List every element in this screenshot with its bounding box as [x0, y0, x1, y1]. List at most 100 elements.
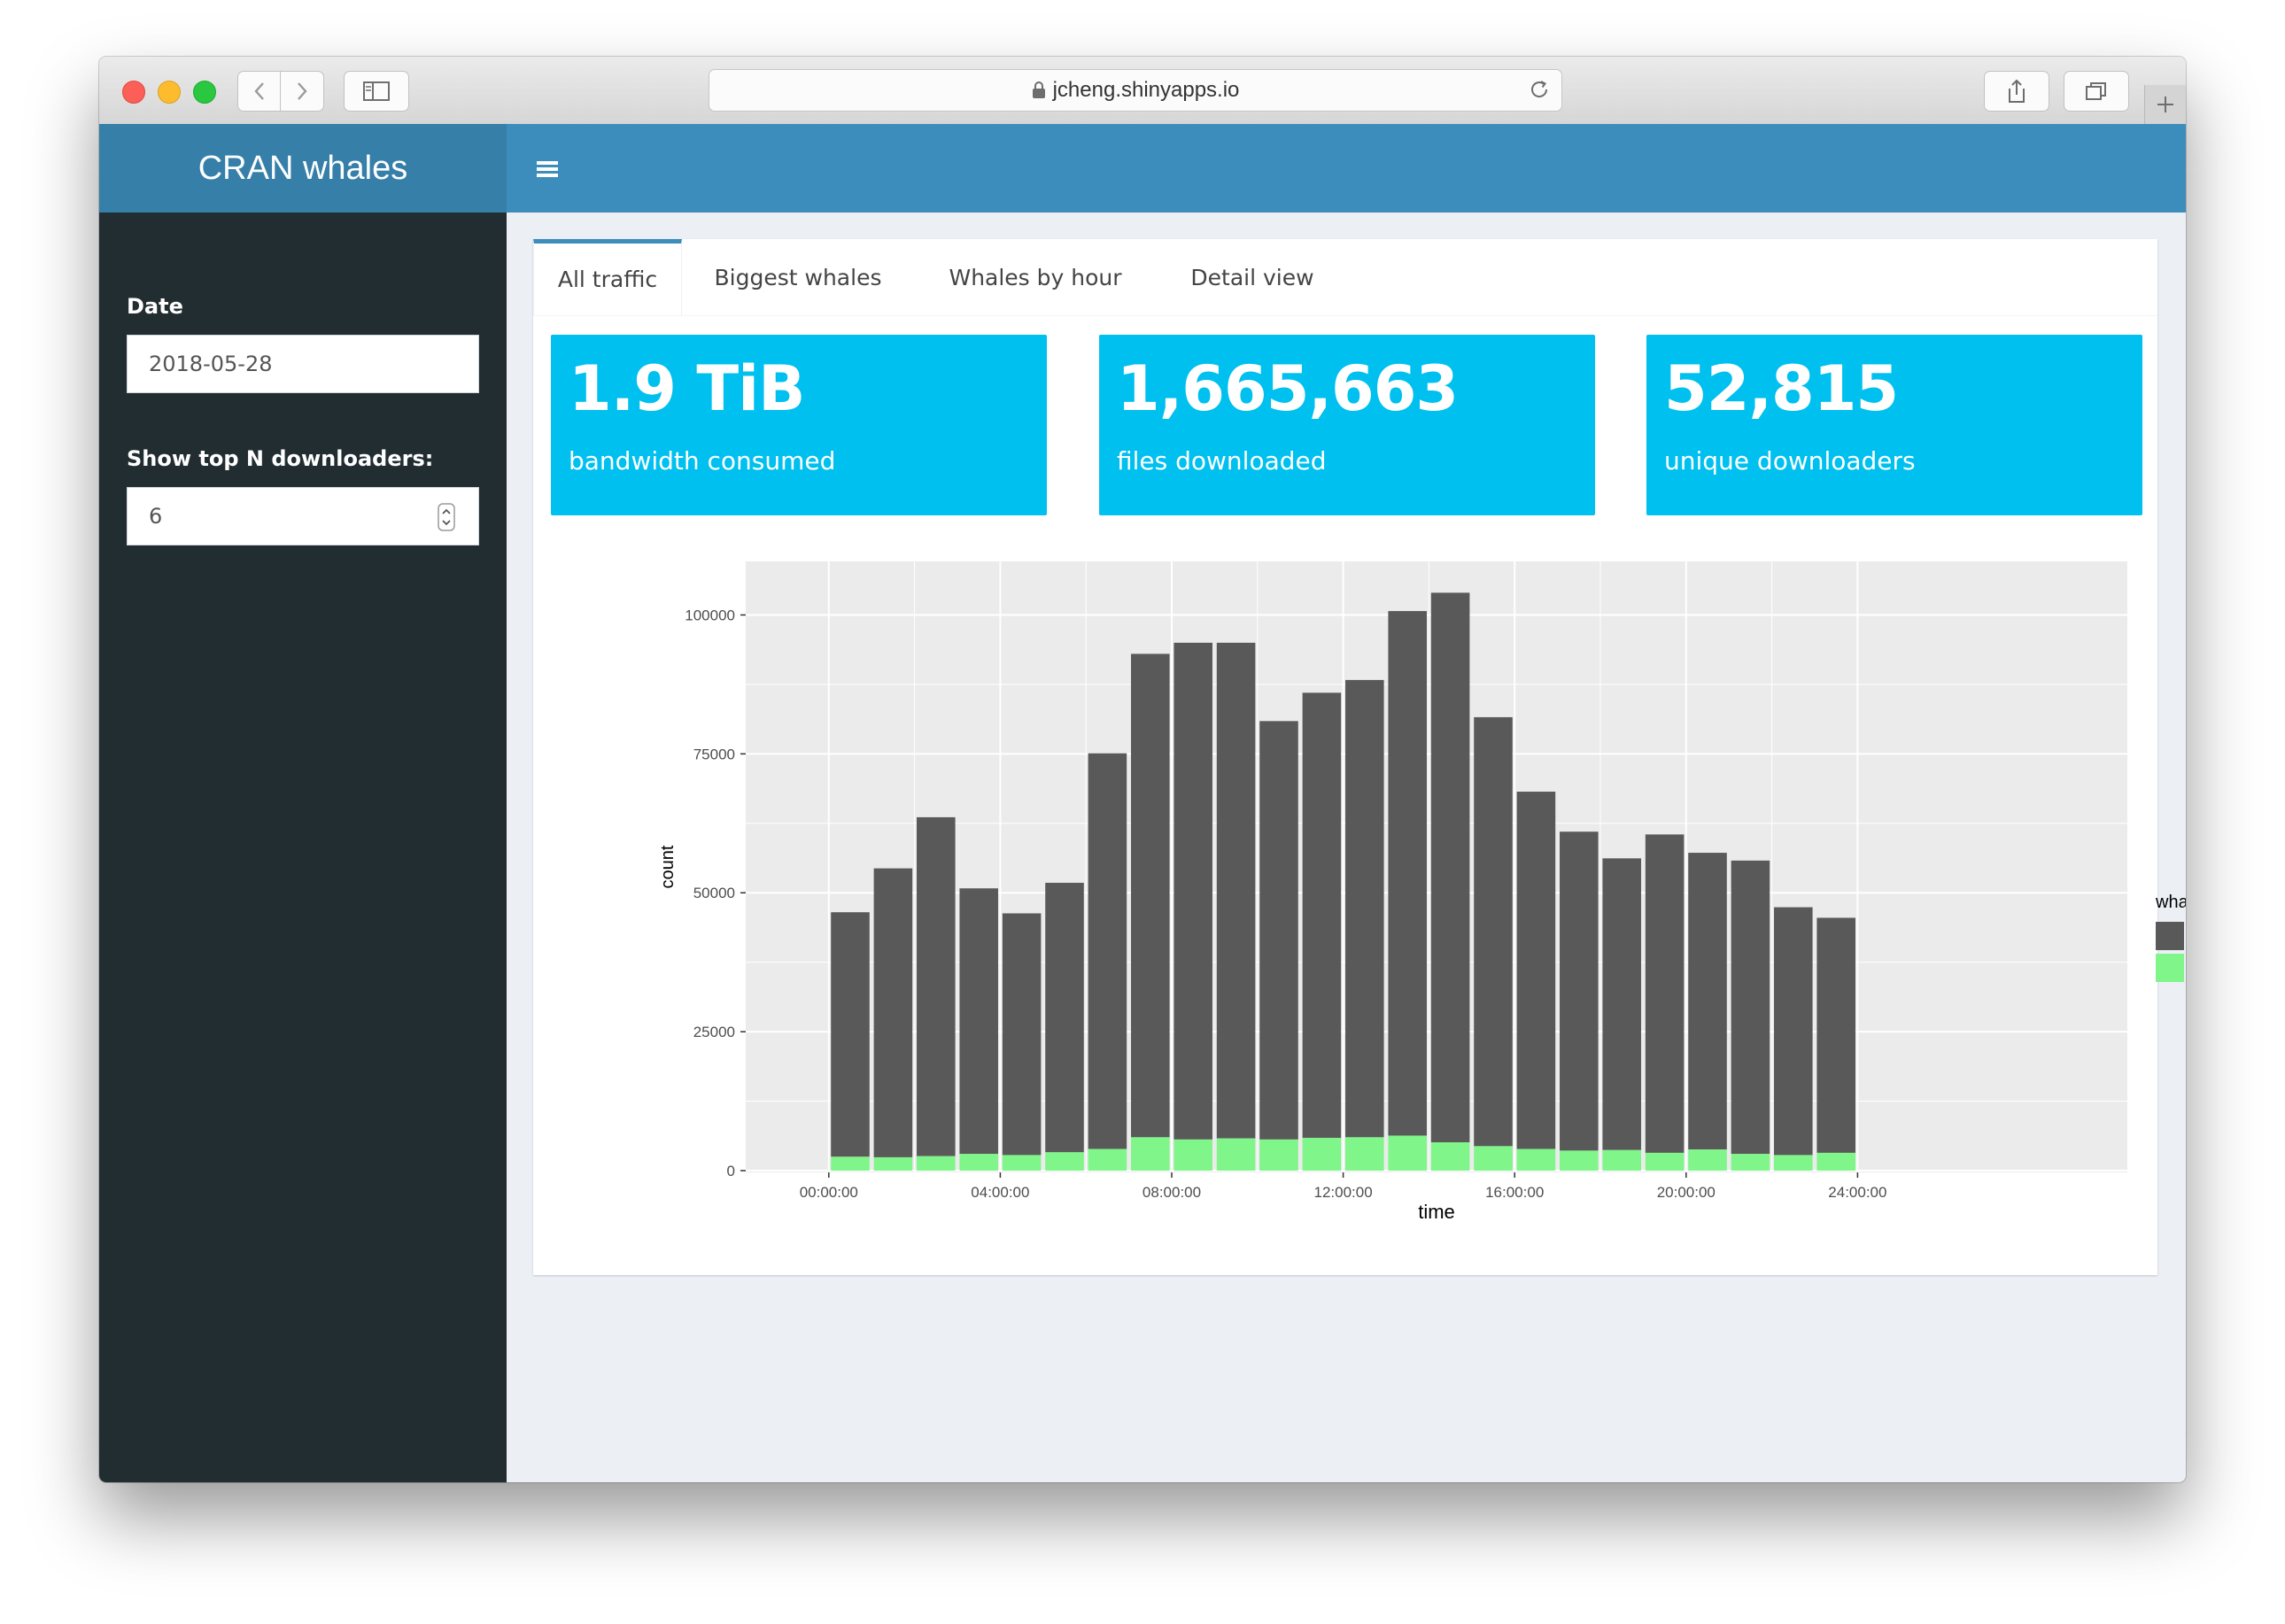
- topn-input[interactable]: 6: [127, 487, 479, 545]
- sidebar-icon: [363, 81, 390, 101]
- bar-yes: [1173, 1139, 1212, 1171]
- bar-yes: [1560, 1150, 1599, 1171]
- close-window-button[interactable]: [122, 81, 145, 104]
- bar-yes: [1474, 1146, 1513, 1171]
- bar-yes: [1602, 1149, 1641, 1171]
- bar-no: [1345, 679, 1384, 1138]
- plus-icon: [2157, 97, 2173, 112]
- bar-no: [1602, 858, 1641, 1150]
- browser-window: jcheng.shinyapps.io CRAN whales Date 201…: [99, 57, 2186, 1482]
- downloaders-value-box: 52,815 unique downloaders: [1646, 335, 2142, 515]
- tab-biggest-whales[interactable]: Biggest whales: [682, 239, 914, 315]
- lock-icon: [1032, 81, 1045, 98]
- tab-detail-view[interactable]: Detail view: [1157, 239, 1348, 315]
- new-tab-button[interactable]: [2144, 85, 2186, 124]
- x-tick-label: 04:00:00: [971, 1184, 1029, 1201]
- x-axis: 00:00:00 04:00:00 08:00:00 12:00:00 16:00:00…: [800, 1172, 1886, 1201]
- bandwidth-value-box: 1.9 TiB bandwidth consumed: [551, 335, 1047, 515]
- legend-key-yes: [2156, 954, 2184, 982]
- bar-yes: [1645, 1152, 1685, 1171]
- bar-no: [1259, 721, 1298, 1140]
- bar-no: [959, 888, 998, 1155]
- bar-yes: [1045, 1152, 1084, 1171]
- chevron-right-icon: [298, 82, 307, 100]
- x-axis-label: time: [1418, 1201, 1455, 1223]
- files-label: files downloaded: [1117, 446, 1327, 476]
- legend-key-no: [2156, 922, 2184, 950]
- downloaders-label: unique downloaders: [1664, 446, 1916, 476]
- reload-icon[interactable]: [1528, 78, 1551, 101]
- sidebar: Date 2018-05-28 Show top N downloaders: …: [99, 213, 507, 1482]
- bar-yes: [917, 1156, 956, 1171]
- bar-no: [1774, 907, 1813, 1156]
- bar-no: [1131, 653, 1170, 1138]
- bar-yes: [831, 1156, 870, 1171]
- bar-no: [1816, 917, 1855, 1153]
- browser-titlebar: jcheng.shinyapps.io: [99, 57, 2186, 125]
- x-tick-label: 08:00:00: [1142, 1184, 1201, 1201]
- y-axis: 0 25000 50000 75000 100000: [685, 607, 746, 1179]
- bar-no: [831, 912, 870, 1157]
- zoom-window-button[interactable]: [193, 81, 216, 104]
- tab-whales-by-hour[interactable]: Whales by hour: [914, 239, 1157, 315]
- y-axis-label: count: [658, 845, 678, 888]
- stepper-icon[interactable]: [438, 503, 455, 531]
- downloaders-value: 52,815: [1664, 352, 1899, 425]
- tabs-overview-button[interactable]: [2064, 71, 2129, 112]
- bar-yes: [1002, 1155, 1042, 1171]
- traffic-chart: 0250005000075000100000 00:00:00 04:00:00 0…: [658, 561, 2186, 1223]
- share-button[interactable]: [1984, 71, 2049, 112]
- topn-label: Show top N downloaders:: [127, 446, 434, 471]
- y-tick-label: 75000: [693, 746, 735, 762]
- topn-value: 6: [149, 504, 163, 529]
- bar-no: [1088, 753, 1127, 1149]
- bar-no: [1173, 642, 1212, 1140]
- y-tick-label: 50000: [693, 885, 735, 901]
- bar-no: [873, 868, 913, 1157]
- bar-yes: [1816, 1152, 1855, 1171]
- bar-no: [1216, 642, 1256, 1139]
- y-tick-label: 0: [727, 1163, 735, 1179]
- bar-yes: [1430, 1141, 1470, 1171]
- bandwidth-value: 1.9 TiB: [569, 352, 805, 425]
- bar-no: [1688, 853, 1727, 1150]
- url-text: jcheng.shinyapps.io: [1052, 78, 1240, 102]
- legend: whale no yes: [2155, 893, 2186, 982]
- legend-title: whale: [2155, 893, 2186, 912]
- date-label: Date: [127, 294, 183, 319]
- x-tick-label: 24:00:00: [1828, 1184, 1886, 1201]
- files-value-box: 1,665,663 files downloaded: [1099, 335, 1595, 515]
- y-tick-label: 25000: [693, 1024, 735, 1040]
- bar-no: [1430, 592, 1470, 1142]
- dashboard-header: CRAN whales: [99, 124, 2186, 213]
- bar-yes: [873, 1156, 913, 1171]
- bar-no: [1560, 831, 1599, 1151]
- bar-yes: [959, 1154, 998, 1171]
- chevron-left-icon: [254, 82, 264, 100]
- address-bar[interactable]: jcheng.shinyapps.io: [709, 69, 1562, 112]
- tabs-icon: [2086, 82, 2106, 100]
- sidebar-toggle-button[interactable]: [344, 71, 409, 112]
- bar-no: [1474, 716, 1513, 1147]
- bandwidth-label: bandwidth consumed: [569, 446, 836, 476]
- x-tick-label: 00:00:00: [800, 1184, 858, 1201]
- minimize-window-button[interactable]: [158, 81, 181, 104]
- x-tick-label: 20:00:00: [1657, 1184, 1716, 1201]
- x-tick-label: 16:00:00: [1485, 1184, 1544, 1201]
- bar-no: [1388, 611, 1427, 1136]
- date-input[interactable]: 2018-05-28: [127, 335, 479, 393]
- app-title[interactable]: CRAN whales: [99, 124, 507, 213]
- bar-no: [1731, 860, 1770, 1155]
- tab-all-traffic[interactable]: All traffic: [533, 239, 682, 315]
- bar-yes: [1516, 1148, 1556, 1171]
- back-button[interactable]: [237, 71, 282, 112]
- bar-yes: [1088, 1148, 1127, 1171]
- bar-yes: [1216, 1138, 1256, 1171]
- bar-yes: [1302, 1137, 1342, 1171]
- files-value: 1,665,663: [1117, 352, 1459, 425]
- menu-toggle-icon[interactable]: [533, 154, 563, 184]
- bar-no: [1045, 882, 1084, 1153]
- bar-no: [1302, 692, 1342, 1138]
- bar-yes: [1688, 1149, 1727, 1171]
- forward-button[interactable]: [280, 71, 324, 112]
